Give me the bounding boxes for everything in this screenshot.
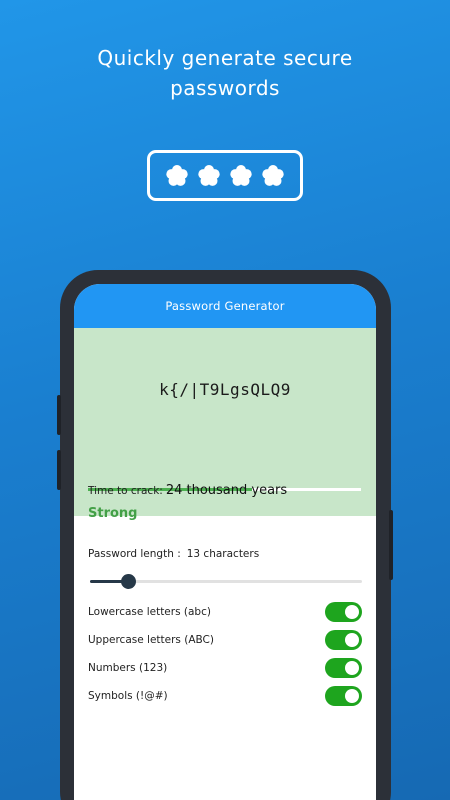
option-row: Uppercase letters (ABC) [88, 626, 362, 654]
password-asterisks-icon [147, 150, 303, 201]
option-label: Lowercase letters (abc) [88, 606, 211, 618]
generated-password[interactable]: k{/|T9LgsQLQ9 [74, 380, 376, 399]
app-title: Password Generator [165, 299, 285, 313]
character-options-list: Lowercase letters (abc) Uppercase letters… [88, 598, 362, 710]
option-label: Symbols (!@#) [88, 690, 168, 702]
crack-time-value: 24 thousand years [165, 483, 288, 498]
headline-line-2: passwords [170, 76, 280, 100]
option-toggle[interactable] [325, 686, 362, 706]
app-bar: Password Generator [74, 284, 376, 328]
password-length-row: Password length : 13 characters [88, 548, 362, 560]
promo-headline: Quickly generate secure passwords [0, 43, 450, 103]
app-screen: Password Generator k{/|T9LgsQLQ9 Strong … [74, 284, 376, 800]
toggle-knob [345, 633, 359, 647]
toggle-knob [345, 689, 359, 703]
password-length-value: 13 characters [186, 548, 260, 560]
crack-time-label: Time to crack: [88, 485, 163, 497]
option-toggle[interactable] [325, 630, 362, 650]
toggle-knob [345, 661, 359, 675]
option-label: Numbers (123) [88, 662, 168, 674]
option-row: Numbers (123) [88, 654, 362, 682]
option-toggle[interactable] [325, 602, 362, 622]
option-toggle[interactable] [325, 658, 362, 678]
option-row: Lowercase letters (abc) [88, 598, 362, 626]
toggle-knob [345, 605, 359, 619]
crack-time-row: Time to crack: 24 thousand years [88, 483, 287, 498]
phone-volume-button [57, 450, 61, 490]
settings-panel: Password length : 13 characters Lowercas… [74, 516, 376, 710]
option-label: Uppercase letters (ABC) [88, 634, 214, 646]
phone-volume-button [57, 395, 61, 435]
password-length-label: Password length : [88, 548, 181, 560]
strength-label: Strong [88, 506, 138, 521]
phone-power-button [389, 510, 393, 580]
length-slider[interactable] [88, 571, 362, 591]
option-row: Symbols (!@#) [88, 682, 362, 710]
slider-thumb[interactable] [120, 574, 136, 589]
headline-line-1: Quickly generate secure [97, 46, 353, 70]
